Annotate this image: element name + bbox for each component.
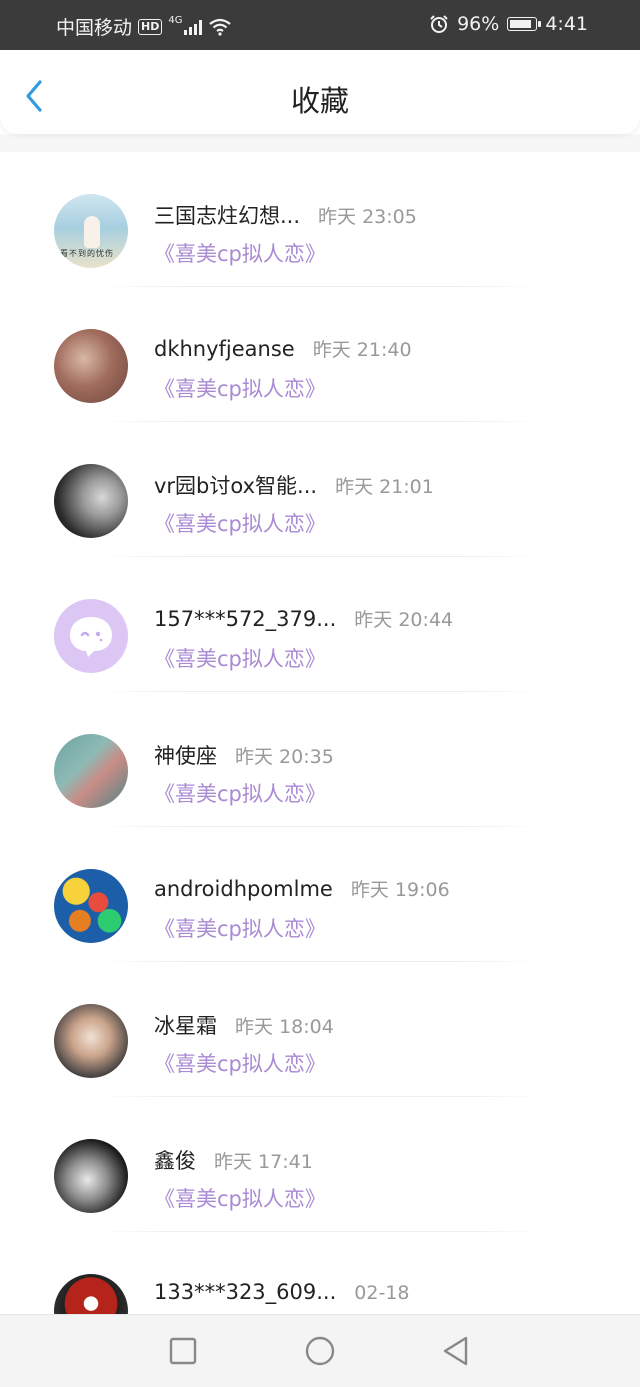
book-title[interactable]: 《喜美cp拟人恋》: [154, 238, 326, 268]
avatar: [54, 1139, 128, 1213]
battery-fill: [510, 20, 532, 28]
signal-icon: [184, 19, 203, 35]
user-name: vr园b讨ox智能...: [154, 474, 318, 498]
carrier-label: 中国移动: [56, 17, 133, 39]
avatar: [54, 869, 128, 943]
hd-icon: HD: [138, 18, 163, 35]
avatar: [54, 464, 128, 538]
default-avatar-chat-icon: [70, 617, 112, 657]
recent-apps-button[interactable]: [165, 1333, 201, 1369]
timestamp: 昨天 20:35: [235, 746, 334, 768]
user-name: 鑫俊: [154, 1149, 196, 1173]
avatar: [54, 599, 128, 673]
avatar: [54, 329, 128, 403]
user-name: androidhpomlme: [154, 877, 333, 901]
list-item[interactable]: 看不到的忧伤 三国志炷幻想... 昨天 23:05 《喜美cp拟人恋》: [0, 152, 640, 287]
timestamp: 昨天 23:05: [318, 206, 417, 228]
status-bar: 中国移动 HD 4G 96% 4:41: [0, 0, 640, 50]
list-item[interactable]: dkhnyfjeanse 昨天 21:40 《喜美cp拟人恋》: [0, 287, 640, 422]
book-title[interactable]: 《喜美cp拟人恋》: [154, 913, 326, 943]
list-item[interactable]: androidhpomlme 昨天 19:06 《喜美cp拟人恋》: [0, 827, 640, 962]
user-name: 冰星霜: [154, 1014, 217, 1038]
timestamp: 昨天 21:40: [312, 339, 412, 361]
recent-apps-square-icon: [169, 1337, 197, 1365]
clock: 4:41: [545, 13, 588, 35]
user-name: 神使座: [154, 744, 217, 768]
home-button[interactable]: [302, 1333, 338, 1369]
header-divider: [0, 134, 640, 152]
page-header: 收藏: [0, 50, 640, 134]
timestamp: 02-18: [354, 1282, 410, 1304]
user-name: 三国志炷幻想...: [154, 204, 301, 228]
user-name: dkhnyfjeanse: [154, 337, 295, 361]
timestamp: 昨天 21:01: [335, 476, 434, 498]
wifi-icon: [209, 18, 232, 36]
timestamp: 昨天 17:41: [214, 1151, 313, 1173]
book-title[interactable]: 《喜美cp拟人恋》: [154, 643, 326, 673]
battery-percent: 96%: [457, 13, 500, 35]
list-item[interactable]: 神使座 昨天 20:35 《喜美cp拟人恋》: [0, 692, 640, 827]
list-item[interactable]: 冰星霜 昨天 18:04 《喜美cp拟人恋》: [0, 962, 640, 1097]
system-back-button[interactable]: [438, 1333, 474, 1369]
back-triangle-icon: [443, 1336, 468, 1366]
timestamp: 昨天 18:04: [235, 1016, 334, 1038]
home-circle-icon: [305, 1336, 335, 1366]
alarm-icon: [430, 15, 448, 33]
avatar: 看不到的忧伤: [54, 194, 128, 268]
user-name: 133***323_609...: [154, 1280, 337, 1304]
list-item[interactable]: 157***572_379... 昨天 20:44 《喜美cp拟人恋》: [0, 557, 640, 692]
book-title[interactable]: 《喜美cp拟人恋》: [154, 508, 326, 538]
book-title[interactable]: 《喜美cp拟人恋》: [154, 1048, 326, 1078]
network-type: 4G: [168, 15, 183, 26]
page-title: 收藏: [290, 84, 349, 118]
list-item[interactable]: 鑫俊 昨天 17:41 《喜美cp拟人恋》: [0, 1097, 640, 1232]
list-item[interactable]: vr园b讨ox智能... 昨天 21:01 《喜美cp拟人恋》: [0, 422, 640, 557]
favorites-list: 看不到的忧伤 三国志炷幻想... 昨天 23:05 《喜美cp拟人恋》 dkhn…: [0, 152, 640, 1367]
book-title[interactable]: 《喜美cp拟人恋》: [154, 778, 326, 808]
battery-icon: [507, 17, 542, 31]
book-title[interactable]: 《喜美cp拟人恋》: [154, 1183, 326, 1213]
system-nav-bar: [0, 1314, 640, 1387]
timestamp: 昨天 20:44: [354, 609, 454, 631]
user-name: 157***572_379...: [154, 607, 337, 631]
avatar: [54, 734, 128, 808]
book-title[interactable]: 《喜美cp拟人恋》: [154, 373, 326, 403]
timestamp: 昨天 19:06: [350, 879, 450, 901]
avatar: [54, 1004, 128, 1078]
